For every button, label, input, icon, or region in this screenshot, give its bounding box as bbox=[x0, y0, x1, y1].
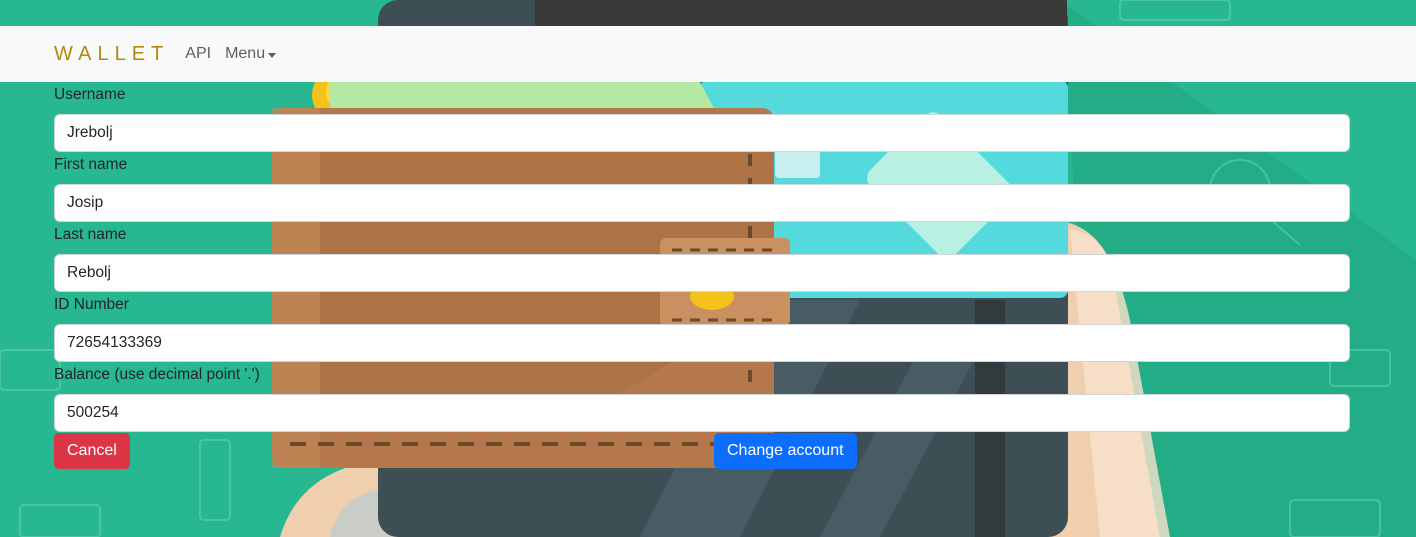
change-account-button[interactable]: Change account bbox=[714, 433, 857, 469]
first-name-input[interactable] bbox=[54, 184, 1350, 222]
id-number-label: ID Number bbox=[54, 296, 129, 313]
brand-logo[interactable]: WALLET bbox=[54, 43, 169, 66]
top-navbar: WALLET API Menu bbox=[0, 26, 1416, 82]
username-label: Username bbox=[54, 86, 126, 103]
first-name-label: First name bbox=[54, 156, 128, 173]
username-input[interactable] bbox=[54, 114, 1350, 152]
last-name-label: Last name bbox=[54, 226, 127, 243]
balance-label: Balance (use decimal point '.') bbox=[54, 366, 260, 383]
last-name-input[interactable] bbox=[54, 254, 1350, 292]
edit-account-form: Username First name Last name ID Number … bbox=[54, 82, 1350, 432]
nav-link-api-label: API bbox=[185, 45, 212, 62]
nav-link-api[interactable]: API bbox=[185, 45, 211, 63]
cancel-button[interactable]: Cancel bbox=[54, 433, 130, 469]
id-number-input[interactable] bbox=[54, 324, 1350, 362]
balance-input[interactable] bbox=[54, 394, 1350, 432]
nav-menu-label: Menu bbox=[225, 45, 266, 62]
nav-menu-dropdown[interactable]: Menu bbox=[225, 45, 277, 63]
chevron-down-icon bbox=[268, 52, 277, 58]
